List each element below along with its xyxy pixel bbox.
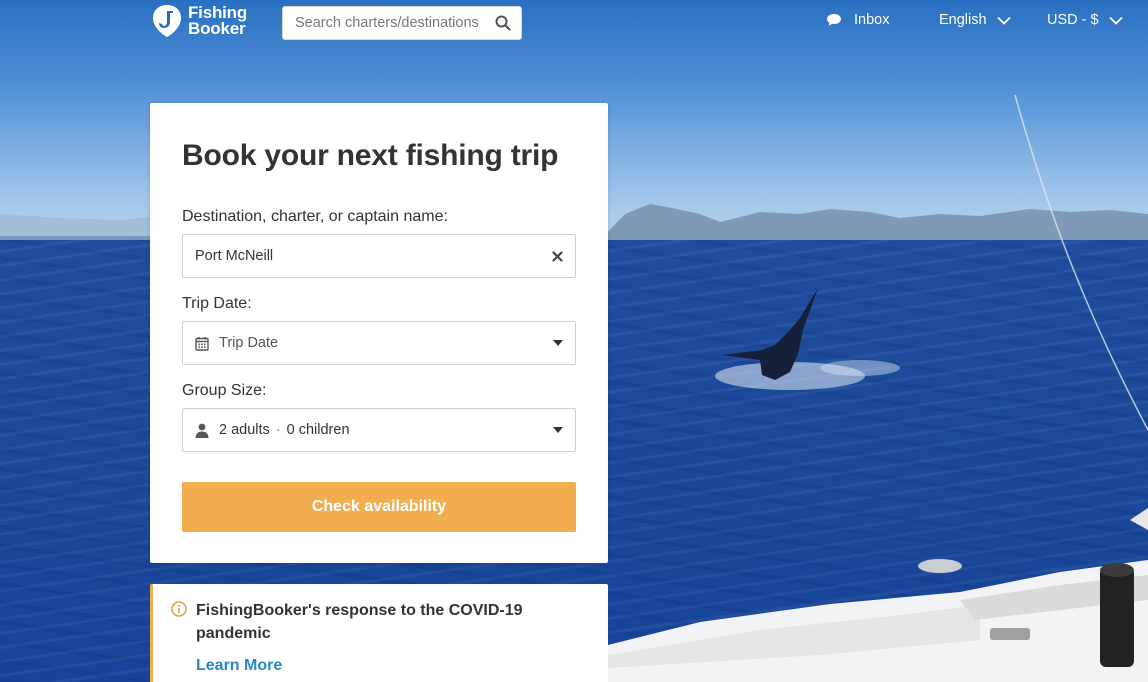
booking-title: Book your next fishing trip bbox=[182, 139, 559, 172]
currency-selector[interactable]: USD - $ bbox=[1047, 12, 1123, 28]
separator-dot: · bbox=[275, 422, 281, 438]
top-navigation: Fishing Booker Inbox English USD - $ bbox=[0, 0, 1148, 46]
language-selector[interactable]: English bbox=[939, 12, 1011, 28]
chat-bubble-icon bbox=[827, 14, 841, 26]
logo-text-line2: Booker bbox=[188, 19, 246, 38]
logo-hook-icon bbox=[153, 5, 181, 37]
currency-label: USD - $ bbox=[1047, 12, 1099, 28]
clear-icon[interactable] bbox=[552, 250, 563, 262]
language-label: English bbox=[939, 12, 987, 28]
inbox-link[interactable]: Inbox bbox=[826, 12, 889, 28]
rod-holder bbox=[1100, 567, 1134, 667]
group-size-label: Group Size: bbox=[182, 382, 267, 399]
trip-date-placeholder: Trip Date bbox=[219, 335, 279, 351]
covid-notice: FishingBooker's response to the COVID-19… bbox=[150, 584, 608, 682]
chevron-down-icon bbox=[1108, 16, 1123, 25]
person-icon bbox=[195, 423, 209, 438]
fishingbooker-logo[interactable]: Fishing Booker bbox=[150, 3, 260, 39]
dropdown-caret-icon bbox=[553, 427, 563, 433]
search-icon[interactable] bbox=[495, 15, 511, 31]
trip-date-label: Trip Date: bbox=[182, 295, 252, 312]
islands bbox=[600, 204, 1148, 240]
adults-count: 2 adults bbox=[219, 422, 270, 438]
inbox-label: Inbox bbox=[854, 12, 890, 28]
covid-notice-title: FishingBooker's response to the COVID-19… bbox=[196, 602, 523, 642]
destination-label: Destination, charter, or captain name: bbox=[182, 208, 448, 225]
search-input[interactable] bbox=[295, 15, 495, 31]
destination-field[interactable]: Port McNeill bbox=[182, 234, 576, 278]
booking-card: Book your next fishing trip Destination,… bbox=[150, 103, 608, 563]
group-size-value: 2 adults · 0 children bbox=[219, 422, 553, 438]
check-availability-button[interactable]: Check availability bbox=[182, 482, 576, 532]
trip-date-field[interactable]: Trip Date bbox=[182, 321, 576, 365]
learn-more-link[interactable]: Learn More bbox=[196, 657, 556, 675]
calendar-icon bbox=[195, 336, 209, 351]
header-search[interactable] bbox=[282, 6, 522, 40]
chevron-down-icon bbox=[996, 16, 1011, 25]
group-size-field[interactable]: 2 adults · 0 children bbox=[182, 408, 576, 452]
destination-value[interactable]: Port McNeill bbox=[195, 248, 552, 264]
dropdown-caret-icon bbox=[553, 340, 563, 346]
info-icon bbox=[171, 601, 187, 617]
children-count: 0 children bbox=[286, 422, 350, 438]
